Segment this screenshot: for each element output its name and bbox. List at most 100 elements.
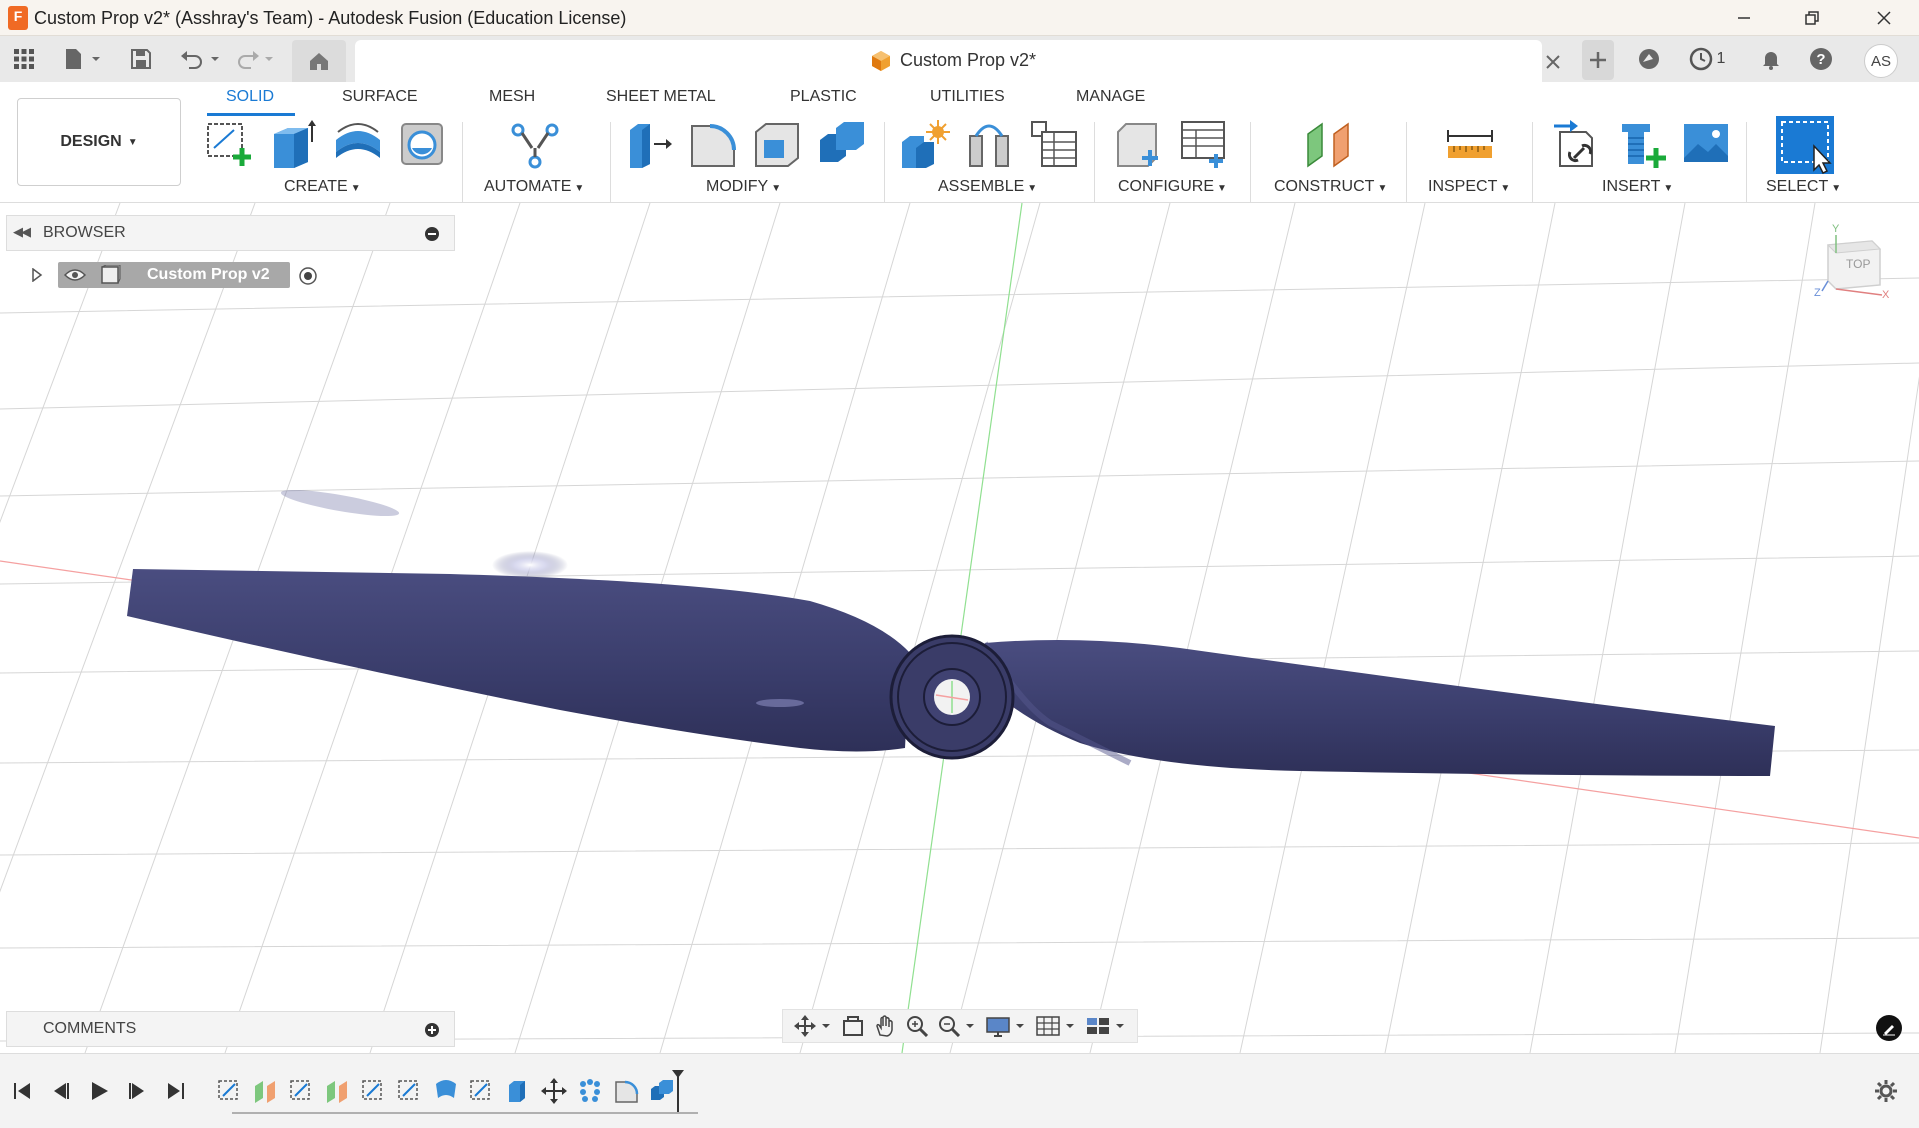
configuration-table-tool[interactable] [1178,118,1230,170]
press-pull-tool[interactable] [624,118,676,170]
job-status-button[interactable]: 1 [1682,44,1732,74]
comments-panel[interactable]: COMMENTS [6,1011,455,1047]
notifications-button[interactable] [1756,44,1786,74]
tab-solid[interactable]: SOLID [226,88,274,106]
root-node-label: Custom Prop v2 [147,266,270,283]
tab-utilities[interactable]: UTILITIES [930,88,1005,106]
timeline-pattern-feature-icon[interactable] [577,1078,603,1104]
minimize-button[interactable] [1716,0,1772,36]
workspace-switcher[interactable]: DESIGN ▼ [17,98,181,186]
timeline-settings-gear-icon[interactable] [1874,1079,1898,1103]
collapse-panel-icon[interactable]: ◀◀ [13,224,31,240]
data-panel-button[interactable] [9,44,39,74]
look-at-icon[interactable] [842,1015,864,1037]
select-tool[interactable] [1776,116,1834,174]
inspect-group-label[interactable]: INSPECT ▼ [1428,178,1510,196]
save-button[interactable] [126,44,156,74]
minimize-panel-icon[interactable] [424,226,440,242]
configure-group-label[interactable]: CONFIGURE ▼ [1118,178,1227,196]
revolve-tool[interactable] [332,118,384,170]
close-window-button[interactable] [1856,0,1912,36]
grid-and-model [0,203,1919,1053]
create-group-label[interactable]: CREATE ▼ [284,178,361,196]
extensions-button[interactable] [1634,44,1664,74]
offset-plane-tool[interactable] [1304,118,1356,170]
timeline-plane-feature-icon[interactable] [253,1078,279,1104]
file-menu-button[interactable] [60,44,104,74]
assemble-group-label[interactable]: ASSEMBLE ▼ [938,178,1037,196]
tab-sheet-metal[interactable]: SHEET METAL [606,88,716,106]
tab-surface[interactable]: SURFACE [342,88,418,106]
timeline-sketch-feature-icon[interactable] [397,1078,423,1104]
fillet-tool[interactable] [688,118,740,170]
automate-tool[interactable] [510,118,562,170]
timeline-extrude-feature-icon[interactable] [505,1078,531,1104]
measure-tool[interactable] [1444,118,1496,170]
select-group-label[interactable]: SELECT ▼ [1766,178,1841,196]
user-avatar[interactable]: AS [1864,44,1898,78]
zoom-icon[interactable] [906,1015,928,1037]
visibility-eye-icon[interactable] [64,267,86,283]
close-tab-icon[interactable] [1545,54,1561,70]
new-component-tool[interactable] [900,118,952,170]
zoom-window-icon[interactable] [938,1015,976,1037]
home-tab[interactable] [292,40,346,82]
job-count: 1 [1716,50,1726,67]
pan-hand-icon[interactable] [874,1015,896,1037]
go-to-end-icon[interactable] [162,1078,188,1104]
configure-tool[interactable] [1114,118,1166,170]
help-button[interactable]: ? [1806,44,1836,74]
construct-group-label[interactable]: CONSTRUCT ▼ [1274,178,1387,196]
render-toggle-button[interactable] [1876,1015,1902,1041]
browser-root-node[interactable]: Custom Prop v2 [0,258,340,292]
viewports-icon[interactable] [1086,1015,1126,1037]
tab-mesh[interactable]: MESH [489,88,535,106]
home-icon [310,53,328,70]
fillet-icon [691,124,736,167]
create-sketch-tool[interactable] [204,118,256,170]
joint-tool[interactable] [964,118,1016,170]
new-tab-button[interactable] [1582,40,1614,80]
timeline-plane-feature-icon[interactable] [325,1078,351,1104]
browser-panel-header[interactable]: ◀◀ BROWSER [6,215,455,251]
propeller-body[interactable] [127,485,1775,776]
redo-button[interactable] [232,44,276,74]
orbit-icon[interactable] [794,1015,832,1037]
activate-radio-icon[interactable] [298,266,318,286]
design-viewport[interactable]: TOP X Y Z [0,203,1919,1053]
step-forward-icon[interactable] [124,1078,150,1104]
timeline-sketch-feature-icon[interactable] [289,1078,315,1104]
document-tab[interactable]: Custom Prop v2* [355,40,1560,82]
timeline-sketch-feature-icon[interactable] [469,1078,495,1104]
timeline-loft-feature-icon[interactable] [433,1078,459,1104]
step-back-icon[interactable] [48,1078,74,1104]
add-comment-icon[interactable] [424,1022,440,1038]
timeline-fillet-feature-icon[interactable] [613,1078,639,1104]
undo-button[interactable] [178,44,222,74]
go-to-start-icon[interactable] [10,1078,36,1104]
play-icon[interactable] [86,1078,112,1104]
timeline-sketch-feature-icon[interactable] [361,1078,387,1104]
tab-plastic[interactable]: PLASTIC [790,88,857,106]
insert-group-label[interactable]: INSERT ▼ [1602,178,1673,196]
display-settings-icon[interactable] [986,1015,1026,1037]
restore-button[interactable] [1784,0,1840,36]
modify-group-label[interactable]: MODIFY ▼ [706,178,781,196]
insert-mcmaster-tool[interactable] [1616,118,1668,170]
timeline-marker[interactable] [672,1070,684,1112]
automate-group-label[interactable]: AUTOMATE ▼ [484,178,584,196]
tab-manage[interactable]: MANAGE [1076,88,1145,106]
expand-arrow-icon[interactable] [30,268,44,282]
timeline-move-feature-icon[interactable] [541,1078,567,1104]
extrude-tool[interactable] [268,118,320,170]
grid-settings-icon[interactable] [1036,1015,1076,1037]
viewcube[interactable]: TOP X Y Z [1812,223,1892,303]
hole-tool[interactable] [396,118,448,170]
combine-tool[interactable] [816,118,868,170]
insert-derive-tool[interactable] [1552,118,1604,170]
undo-icon [181,51,219,69]
bill-of-materials-tool[interactable] [1028,118,1080,170]
shell-tool[interactable] [752,118,804,170]
timeline-sketch-feature-icon[interactable] [217,1078,243,1104]
insert-canvas-tool[interactable] [1680,118,1732,170]
